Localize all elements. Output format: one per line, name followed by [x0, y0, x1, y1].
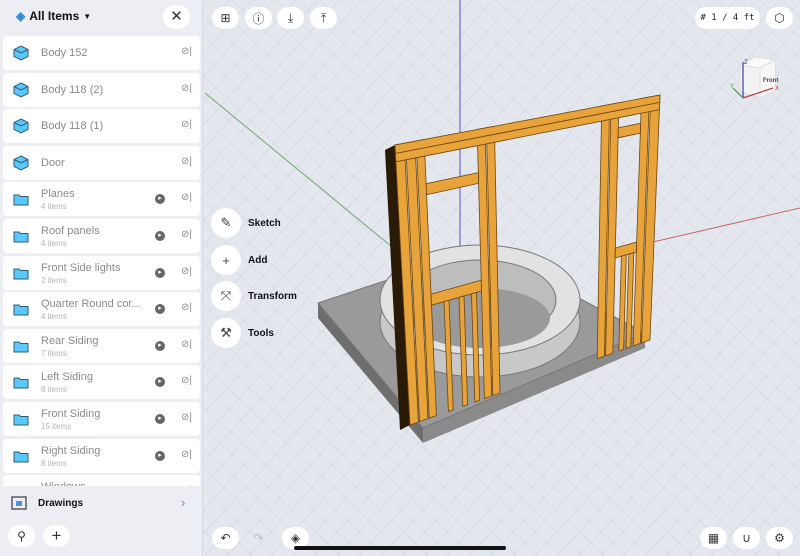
header [425, 172, 480, 196]
undo-button[interactable]: ↶ [212, 527, 239, 549]
tool-transform[interactable]: ⤧ Transform [211, 281, 297, 311]
hammer-icon: ⚒ [211, 318, 241, 348]
visibility-hidden-icon[interactable]: ⊘| [181, 83, 192, 94]
visibility-hidden-icon[interactable]: ⊘| [181, 46, 192, 57]
transform-icon: ⤧ [211, 281, 241, 311]
list-item[interactable]: Left Siding 8 items ▸ ⊘| [3, 365, 200, 400]
all-items-dropdown[interactable]: ◈ All Items ▼ [16, 9, 91, 23]
tool-add[interactable]: + Add [211, 245, 267, 275]
visibility-hidden-icon[interactable]: ⊘| [181, 266, 192, 277]
folder-icon [13, 194, 29, 206]
view-mode-button[interactable]: ⬡ [766, 7, 793, 29]
open-folder-icon[interactable]: ▸ [155, 377, 165, 388]
body-cube-icon [13, 118, 29, 134]
visibility-hidden-icon[interactable]: ⊘| [181, 302, 192, 313]
top-plate [394, 94, 661, 154]
folder-icon [13, 451, 29, 463]
visibility-hidden-icon[interactable]: ⊘| [181, 339, 192, 350]
help-button[interactable]: ⓘ [245, 7, 272, 29]
folder-icon [13, 341, 29, 353]
open-folder-icon[interactable]: ▸ [155, 340, 165, 351]
body-cube-icon [13, 82, 29, 98]
plus-icon: + [211, 245, 241, 275]
list-item[interactable]: Quarter Round cor... 4 items ▸ ⊘| [3, 292, 200, 327]
tool-tools[interactable]: ⚒ Tools [211, 318, 274, 348]
home-indicator [294, 546, 506, 550]
visibility-hidden-icon[interactable]: ⊘| [181, 485, 192, 486]
visibility-hidden-icon[interactable]: ⊘| [181, 156, 192, 167]
body-cube-icon [13, 155, 29, 171]
open-folder-icon[interactable]: ▸ [155, 194, 165, 205]
items-list[interactable]: Body 152 ⊘| Body 118 (2) ⊘| Body 118 (1) ⊘| Do… [3, 36, 200, 486]
list-item[interactable]: Rear Siding 7 items ▸ ⊘| [3, 328, 200, 363]
viewcube-front: Front [763, 78, 778, 84]
list-item[interactable]: Body 118 (1) ⊘| [3, 109, 200, 144]
folder-icon [13, 268, 29, 280]
view-cube[interactable]: Front Z Y X [730, 50, 795, 105]
list-item[interactable]: Planes 4 items ▸ ⊘| [3, 182, 200, 217]
add-item-button[interactable]: + [43, 525, 70, 547]
pin-button[interactable]: ⚲ [8, 525, 35, 547]
chevron-right-icon: › [181, 495, 186, 510]
open-folder-icon[interactable]: ▸ [155, 304, 165, 315]
open-folder-icon[interactable]: ▸ [155, 230, 165, 241]
folder-icon [13, 484, 29, 486]
drawings-row[interactable]: Drawings › [0, 490, 203, 518]
list-item[interactable]: Body 152 ⊘| [3, 36, 200, 70]
axis-z-label: Z [744, 60, 748, 66]
folder-icon [13, 231, 29, 243]
drawings-icon [11, 496, 27, 510]
list-item[interactable]: Roof panels 4 items ▸ ⊘| [3, 218, 200, 253]
header [617, 122, 642, 139]
grid-scale-indicator[interactable]: # 1 / 4 ft [695, 7, 760, 29]
folder-icon [13, 304, 29, 316]
materials-button[interactable]: ▦ [700, 527, 727, 549]
visibility-hidden-icon[interactable]: ⊘| [181, 375, 192, 386]
list-item[interactable]: Front Siding 15 items ▸ ⊘| [3, 401, 200, 436]
body-cube-icon [13, 45, 29, 61]
layers-icon: ◈ [16, 9, 26, 23]
visibility-hidden-icon[interactable]: ⊘| [181, 192, 192, 203]
grid-view-button[interactable]: ⊞ [212, 7, 239, 29]
list-item[interactable]: Body 118 (2) ⊘| [3, 72, 200, 107]
axis-x-label: X [775, 86, 779, 92]
axis-y-label: Y [730, 84, 734, 90]
snap-magnet-button[interactable]: ∪ [733, 527, 760, 549]
list-item[interactable]: Right Siding 8 items ▸ ⊘| [3, 438, 200, 473]
list-item[interactable]: Front Side lights 2 items ▸ ⊘| [3, 255, 200, 290]
folder-icon [13, 377, 29, 389]
export-button[interactable]: ⤒ [310, 7, 337, 29]
settings-button[interactable]: ⚙ [766, 527, 793, 549]
list-item[interactable]: Windows⊘| [3, 475, 200, 486]
visibility-hidden-icon[interactable]: ⊘| [181, 449, 192, 460]
open-folder-icon[interactable]: ▸ [155, 450, 165, 461]
sidebar: ◈ All Items ▼ ✕ Body 152 ⊘| Body 118 (2) ⊘|… [0, 0, 203, 556]
folder-icon [13, 414, 29, 426]
visibility-hidden-icon[interactable]: ⊘| [181, 119, 192, 130]
import-button[interactable]: ⤓ [277, 7, 304, 29]
caret-down-icon: ▼ [83, 11, 92, 21]
open-folder-icon[interactable]: ▸ [155, 413, 165, 424]
redo-button[interactable]: ↷ [245, 527, 272, 549]
pencil-icon: ✎ [211, 208, 241, 238]
list-item[interactable]: Door ⊘| [3, 145, 200, 180]
visibility-hidden-icon[interactable]: ⊘| [181, 412, 192, 423]
visibility-hidden-icon[interactable]: ⊘| [181, 229, 192, 240]
close-button[interactable]: ✕ [163, 5, 190, 29]
x-axis-line [639, 207, 800, 246]
tool-sketch[interactable]: ✎ Sketch [211, 208, 281, 238]
open-folder-icon[interactable]: ▸ [155, 267, 165, 278]
